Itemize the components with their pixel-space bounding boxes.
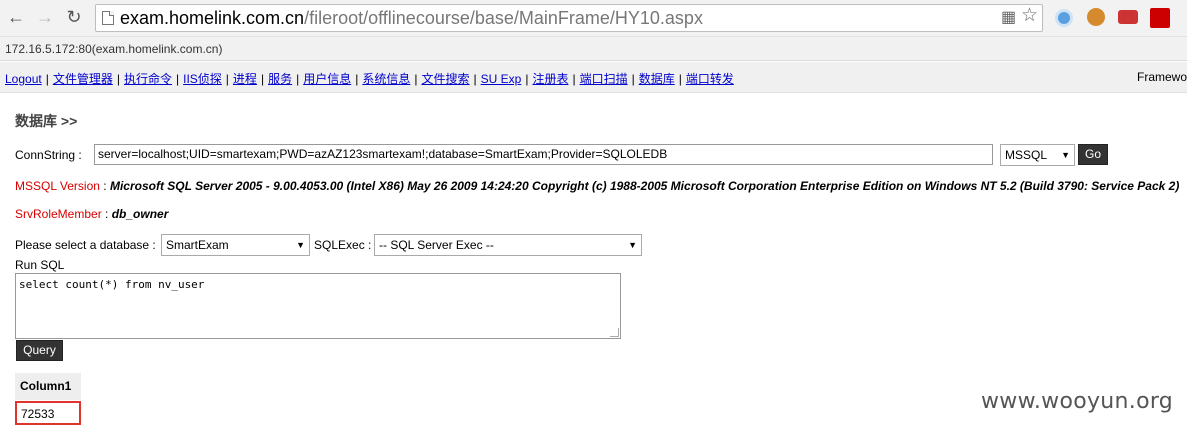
- sql-textarea[interactable]: select count(*) from nv_user: [15, 273, 621, 339]
- menu-registry[interactable]: 注册表: [532, 72, 568, 86]
- browser-toolbar: ← → ↻ exam.homelink.com.cn/fileroot/offl…: [0, 0, 1187, 36]
- menu-iis-spy[interactable]: IIS侦探: [183, 72, 222, 86]
- address-bar[interactable]: exam.homelink.com.cn/fileroot/offlinecou…: [95, 4, 1043, 32]
- query-button[interactable]: Query: [16, 340, 63, 361]
- select-database-label: Please select a database :: [15, 238, 156, 252]
- framework-label: Framewo: [1137, 70, 1187, 84]
- sql-text: select count(*) from nv_user: [19, 278, 205, 291]
- menu-execute-command[interactable]: 执行命令: [124, 72, 172, 86]
- role-member-label: SrvRoleMember: [15, 207, 102, 221]
- mssql-version-row: MSSQL Version : Microsoft SQL Server 200…: [15, 179, 1179, 193]
- status-bar: 172.16.5.172:80(exam.homelink.com.cn): [0, 36, 1187, 61]
- database-select[interactable]: SmartExam ▼: [161, 234, 310, 256]
- db-type-value: MSSQL: [1005, 148, 1048, 162]
- db-type-select[interactable]: MSSQL ▼: [1000, 144, 1075, 166]
- back-icon[interactable]: ←: [5, 6, 27, 28]
- resize-grip-icon[interactable]: [610, 328, 619, 337]
- run-sql-label: Run SQL: [15, 258, 65, 272]
- menu-database[interactable]: 数据库: [639, 72, 675, 86]
- chevron-down-icon: ▼: [628, 240, 637, 250]
- status-text: 172.16.5.172:80(exam.homelink.com.cn): [5, 42, 223, 56]
- menu-process[interactable]: 进程: [233, 72, 257, 86]
- mssql-version-separator: :: [99, 179, 110, 193]
- extension-ring-icon[interactable]: [1055, 9, 1073, 27]
- star-icon[interactable]: ☆: [1021, 6, 1038, 26]
- menu-file-manager[interactable]: 文件管理器: [53, 72, 113, 86]
- role-member-row: SrvRoleMember : db_owner: [15, 207, 168, 221]
- watermark: www.wooyun.org: [981, 389, 1174, 414]
- sqlexec-select-value: -- SQL Server Exec --: [379, 238, 494, 252]
- page-icon: [102, 11, 114, 25]
- menu-logout[interactable]: Logout: [5, 72, 42, 86]
- role-member-value: db_owner: [111, 207, 169, 221]
- go-button[interactable]: Go: [1078, 144, 1108, 165]
- menu-su-exp[interactable]: SU Exp: [481, 72, 522, 86]
- reload-icon[interactable]: ↻: [63, 6, 85, 28]
- result-cell: 72533: [15, 401, 81, 425]
- url-text[interactable]: exam.homelink.com.cn/fileroot/offlinecou…: [120, 7, 703, 29]
- page-title: 数据库 >>: [15, 113, 78, 129]
- translate-icon[interactable]: ▦: [1001, 8, 1016, 28]
- role-member-separator: :: [101, 207, 112, 221]
- cookie-icon[interactable]: [1087, 8, 1105, 26]
- mssql-version-value: Microsoft SQL Server 2005 - 9.00.4053.00…: [109, 179, 1180, 193]
- menu-user-info[interactable]: 用户信息: [303, 72, 351, 86]
- conn-string-label: ConnString :: [15, 148, 82, 162]
- sqlexec-select[interactable]: -- SQL Server Exec -- ▼: [374, 234, 642, 256]
- extension-tag-icon[interactable]: [1118, 10, 1138, 24]
- menu-file-search[interactable]: 文件搜索: [421, 72, 469, 86]
- chevron-down-icon: ▼: [296, 240, 305, 250]
- forward-icon[interactable]: →: [34, 6, 56, 28]
- menu-port-scan[interactable]: 端口扫描: [580, 72, 628, 86]
- mssql-version-label: MSSQL Version: [15, 179, 100, 193]
- hackbar-icon[interactable]: [1150, 8, 1170, 28]
- menu-links: Logout | 文件管理器 | 执行命令 | IIS侦探 | 进程 | 服务 | 用户信息 | 系统信息 |…: [5, 72, 734, 86]
- column-header: Column1: [15, 373, 81, 400]
- sqlexec-label: SQLExec :: [314, 238, 372, 252]
- menu-system-info[interactable]: 系统信息: [362, 72, 410, 86]
- menu-bar: Logout | 文件管理器 | 执行命令 | IIS侦探 | 进程 | 服务 | 用户信息 | 系统信息 |…: [0, 62, 1187, 93]
- chevron-down-icon: ▼: [1061, 150, 1070, 160]
- menu-port-forward[interactable]: 端口转发: [686, 72, 734, 86]
- conn-string-input[interactable]: server=localhost;UID=smartexam;PWD=azAZ1…: [94, 144, 993, 165]
- menu-services[interactable]: 服务: [268, 72, 292, 86]
- database-select-value: SmartExam: [166, 238, 229, 252]
